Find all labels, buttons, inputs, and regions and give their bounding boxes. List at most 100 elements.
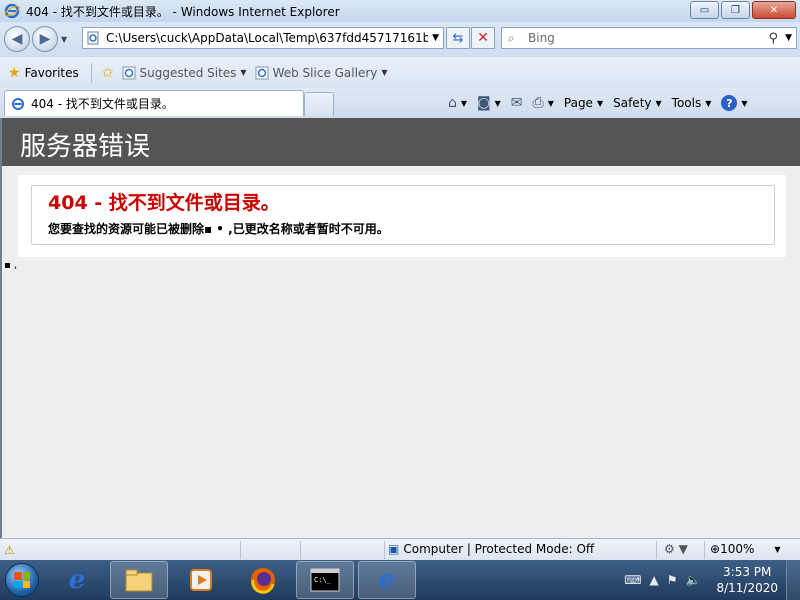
firefox-icon: [251, 568, 275, 594]
search-icon[interactable]: ⚲: [768, 31, 778, 46]
add-favorite-icon[interactable]: ✩: [102, 65, 114, 81]
close-button[interactable]: ✕: [752, 1, 796, 19]
home-icon: ⌂: [448, 95, 457, 111]
feeds-button[interactable]: ◙ ▼: [477, 95, 501, 111]
chevron-down-icon: ▼: [547, 98, 554, 108]
ie-icon: [12, 97, 24, 110]
search-dropdown-icon[interactable]: ▼: [785, 33, 792, 43]
navigation-bar: ◀ ▶ ▼ C:\Users\cuck\AppData\Local\Temp\6…: [0, 22, 800, 56]
safety-menu[interactable]: Safety ▼: [613, 96, 662, 110]
taskbar: e C:\_ e ⌨ ▲ ⚑ 🔈 3:53 PM 8/11/2020: [0, 560, 800, 600]
windows-orb-icon: [5, 563, 39, 597]
help-icon: ?: [721, 95, 738, 111]
search-box[interactable]: ⌕ Bing ⚲ ▼: [501, 27, 797, 49]
print-button[interactable]: ⎙ ▼: [533, 95, 554, 111]
address-dropdown-icon[interactable]: ▼: [432, 33, 439, 43]
action-center-flag-icon[interactable]: ⚑: [667, 573, 678, 587]
new-tab-button[interactable]: [304, 92, 334, 116]
security-zone[interactable]: ▣ Computer | Protected Mode: Off: [388, 542, 594, 556]
web-slice-gallery-link[interactable]: Web Slice Gallery ▼: [255, 66, 388, 80]
page-content: 服务器错误 404 - 找不到文件或目录。 您要查找的资源可能已被删除▪ • ,…: [0, 118, 800, 538]
stray-text: ▪ ,: [4, 260, 18, 271]
refresh-icon: ⇆: [452, 30, 464, 46]
page-menu-label: Page: [563, 96, 593, 110]
show-desktop-button[interactable]: [786, 560, 800, 600]
favorites-label: Favorites: [24, 65, 79, 80]
minimize-button[interactable]: ▭: [690, 1, 719, 19]
zoom-icon: ⊕: [710, 542, 721, 556]
taskbar-explorer[interactable]: [110, 561, 168, 599]
tools-menu-label: Tools: [671, 96, 702, 110]
taskbar-media-player[interactable]: [172, 561, 230, 599]
folder-icon: [125, 569, 153, 592]
forward-button[interactable]: ▶: [32, 26, 58, 52]
chevron-down-icon: ▼: [596, 98, 604, 108]
chevron-down-icon: ▼: [240, 68, 247, 77]
back-arrow-icon: ◀: [11, 31, 23, 47]
refresh-button[interactable]: ⇆: [446, 27, 470, 49]
help-menu[interactable]: ? ▼: [721, 95, 748, 111]
taskbar-cmd[interactable]: C:\_: [296, 561, 354, 599]
tools-menu[interactable]: Tools ▼: [672, 96, 712, 110]
chevron-down-icon: ▼: [460, 98, 468, 108]
suggested-sites-link[interactable]: Suggested Sites ▼: [122, 66, 247, 80]
favorites-button[interactable]: ★ Favorites: [8, 65, 79, 81]
read-mail-button[interactable]: ✉: [511, 95, 523, 111]
favorites-bar: ★ Favorites ✩ Suggested Sites ▼ Web Slic…: [0, 56, 800, 88]
suggested-sites-label: Suggested Sites: [139, 65, 237, 80]
status-divider: [300, 541, 301, 559]
status-divider: [240, 541, 241, 559]
taskbar-ie-active[interactable]: e: [358, 561, 416, 599]
stop-button[interactable]: ✕: [471, 27, 495, 49]
zoom-control[interactable]: ⊕ 100% ▼: [710, 542, 781, 556]
status-bar: ⚠ ▣ Computer | Protected Mode: Off ⚙ ▼ ⊕…: [0, 538, 800, 560]
svg-text:C:\_: C:\_: [314, 576, 332, 584]
restore-icon: ❐: [731, 4, 740, 16]
clock-time: 3:53 PM: [723, 565, 772, 579]
forward-arrow-icon: ▶: [39, 31, 51, 47]
page-menu[interactable]: Page ▼: [564, 96, 603, 110]
chevron-down-icon: ▼: [381, 68, 388, 77]
ie-page-icon: [255, 66, 269, 79]
ie-icon: [4, 3, 20, 19]
restore-button[interactable]: ❐: [721, 1, 750, 19]
chevron-down-icon: ▼: [494, 98, 501, 108]
taskbar-ie[interactable]: e: [48, 561, 106, 599]
address-input[interactable]: C:\Users\cuck\AppData\Local\Temp\637fdd4…: [106, 31, 428, 45]
command-bar: ⌂ ▼ ◙ ▼ ✉ ⎙ ▼ Page ▼ Safety ▼ Tools ▼ ? ▼: [448, 92, 758, 114]
status-divider: [656, 541, 657, 559]
recent-pages-dropdown[interactable]: ▼: [61, 35, 67, 44]
rss-icon: ◙: [477, 95, 491, 111]
address-bar[interactable]: C:\Users\cuck\AppData\Local\Temp\637fdd4…: [82, 27, 444, 49]
page-icon: [87, 31, 99, 45]
home-button[interactable]: ⌂ ▼: [448, 95, 467, 111]
security-zone-label: Computer | Protected Mode: Off: [403, 542, 595, 556]
media-player-icon: [190, 569, 212, 591]
protected-mode-icon[interactable]: ⚙ ▼: [664, 542, 688, 556]
page-title: 服务器错误: [20, 132, 151, 162]
taskbar-firefox[interactable]: [234, 561, 292, 599]
mail-icon: ✉: [510, 95, 523, 111]
tab-title: 404 - 找不到文件或目录。: [31, 97, 174, 111]
chevron-down-icon: ▼: [741, 98, 748, 108]
start-button[interactable]: [0, 560, 44, 600]
title-bar: 404 - 找不到文件或目录。 - Windows Internet Explo…: [0, 0, 800, 22]
chevron-down-icon: ▼: [705, 98, 712, 108]
clock-date: 8/11/2020: [716, 581, 778, 595]
keyboard-icon[interactable]: ⌨: [624, 573, 641, 587]
error-panel: 404 - 找不到文件或目录。 您要查找的资源可能已被删除▪ • ,已更改名称或…: [18, 175, 786, 257]
ie-icon: e: [378, 565, 396, 595]
chevron-down-icon: ▼: [655, 98, 662, 108]
clock[interactable]: 3:53 PM 8/11/2020: [716, 564, 778, 596]
back-button[interactable]: ◀: [4, 26, 30, 52]
tab-current[interactable]: 404 - 找不到文件或目录。: [4, 90, 304, 116]
safety-menu-label: Safety: [613, 96, 652, 110]
show-hidden-icons[interactable]: ▲: [650, 573, 659, 587]
search-input[interactable]: Bing: [528, 31, 555, 45]
warning-icon[interactable]: ⚠: [4, 543, 18, 557]
error-fieldset: 404 - 找不到文件或目录。 您要查找的资源可能已被删除▪ • ,已更改名称或…: [31, 185, 775, 245]
volume-icon[interactable]: 🔈: [686, 573, 701, 587]
ie-icon: e: [68, 565, 86, 595]
ie-page-icon: [122, 66, 136, 79]
star-icon: ★: [8, 64, 21, 81]
